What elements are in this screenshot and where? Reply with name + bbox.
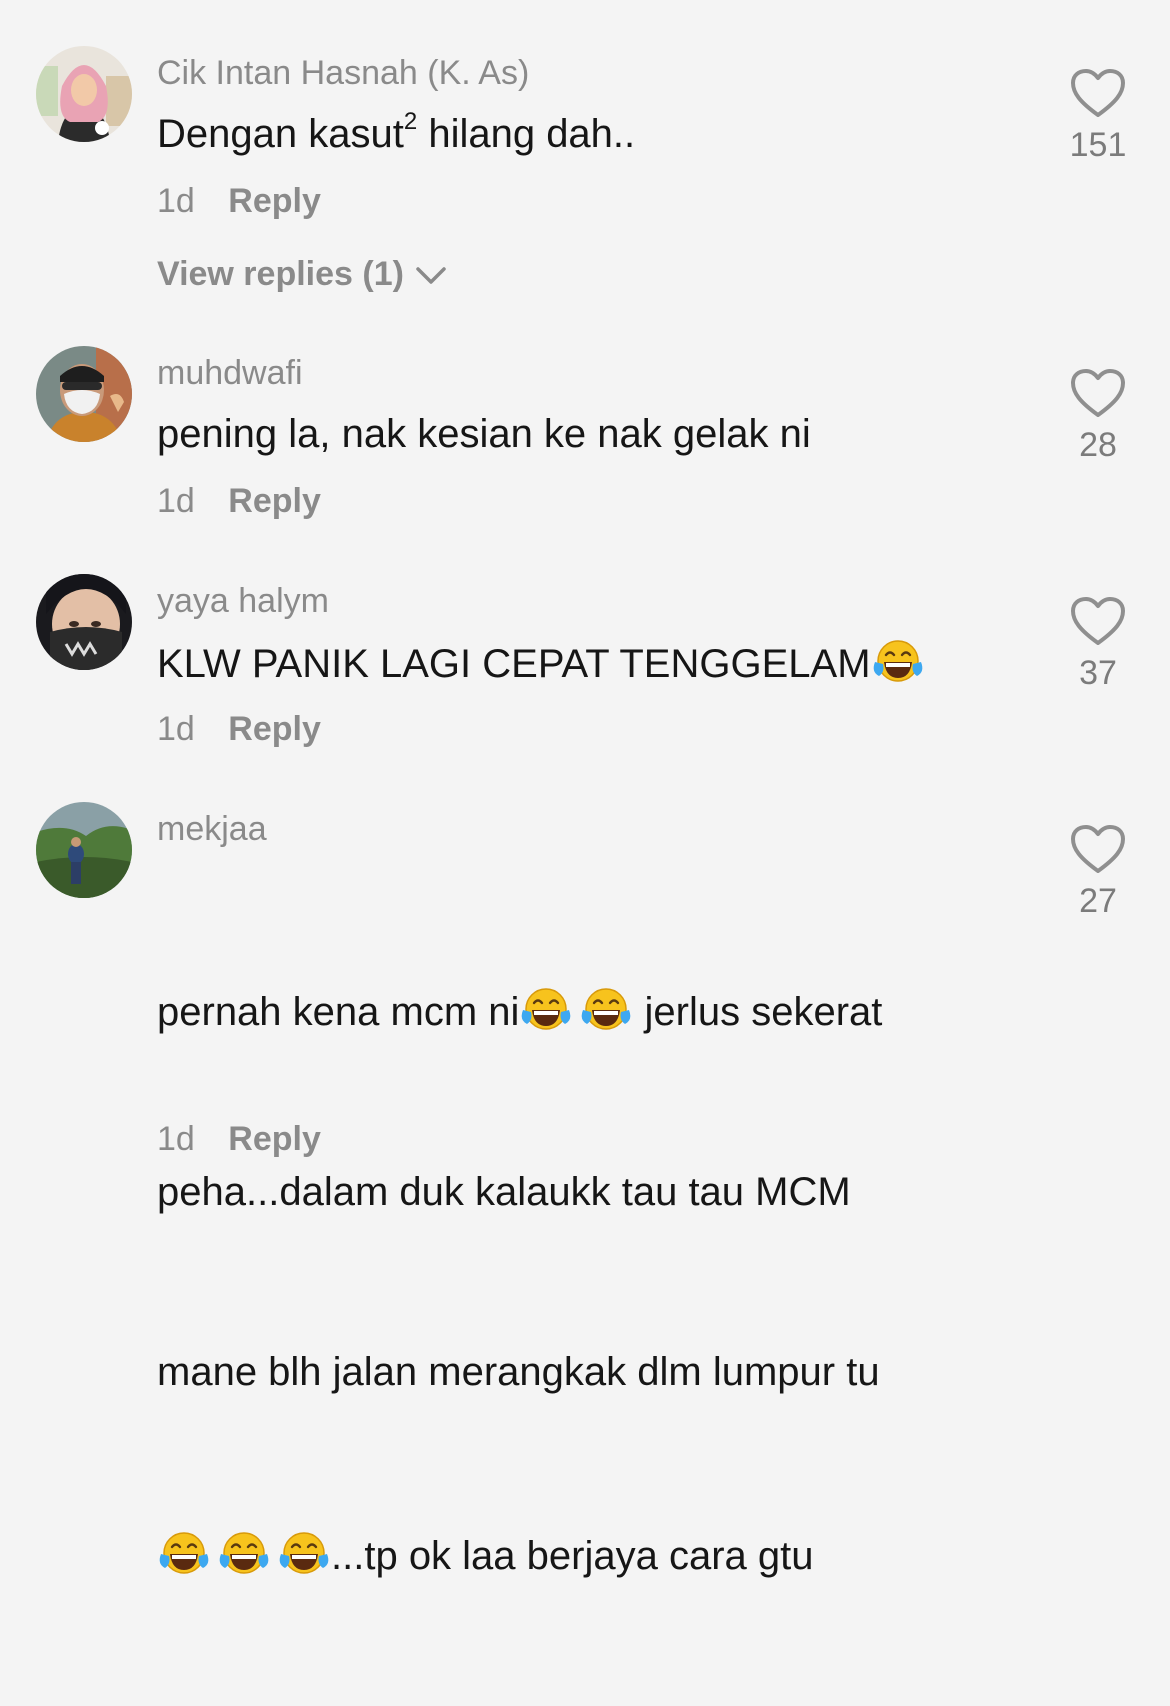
like-control: 28 xyxy=(1062,368,1134,465)
laughing-emoji-icon xyxy=(217,1530,271,1576)
comment-age: 1d xyxy=(157,1120,195,1158)
comment-text-part: Dengan kasut xyxy=(157,112,404,156)
avatar[interactable] xyxy=(36,346,132,442)
comment-text-part: hilang dah.. xyxy=(417,112,636,156)
comment-text-line: mane blh jalan merangkak dlm lumpur tu xyxy=(157,1350,880,1394)
reply-button[interactable]: Reply xyxy=(228,1120,321,1158)
like-count: 37 xyxy=(1079,654,1117,692)
avatar[interactable] xyxy=(36,46,132,142)
like-count: 27 xyxy=(1079,882,1117,920)
view-replies-button[interactable]: View replies (1) xyxy=(157,255,448,294)
comment-meta: 1d Reply xyxy=(157,1120,321,1159)
comment-username[interactable]: muhdwafi xyxy=(157,354,303,393)
comment-text-line: pernah kena mcm ni jerlus sekerat xyxy=(157,982,882,1042)
laughing-emoji-icon xyxy=(519,986,573,1032)
comment-text-part: jerlus sekerat xyxy=(633,990,883,1034)
reply-button[interactable]: Reply xyxy=(228,710,321,748)
view-replies-label: View replies (1) xyxy=(157,255,404,293)
laughing-emoji-icon xyxy=(157,1530,211,1576)
comment-text-line: ...tp ok laa berjaya cara gtu xyxy=(157,1526,882,1586)
comment-text: KLW PANIK LAGI CEPAT TENGGELAM xyxy=(157,634,925,694)
laughing-emoji-icon xyxy=(277,1530,331,1576)
like-control: 151 xyxy=(1062,68,1134,165)
heart-outline-icon[interactable] xyxy=(1070,824,1126,876)
heart-outline-icon[interactable] xyxy=(1070,68,1126,120)
avatar[interactable] xyxy=(36,802,132,898)
comment-username[interactable]: Cik Intan Hasnah (K. As) xyxy=(157,54,529,93)
comment-meta: 1d Reply xyxy=(157,182,321,221)
comment-age: 1d xyxy=(157,710,195,748)
comment-username[interactable]: yaya halym xyxy=(157,582,329,621)
comment-username[interactable]: mekjaa xyxy=(157,810,267,849)
reply-button[interactable]: Reply xyxy=(228,482,321,520)
comment-age: 1d xyxy=(157,482,195,520)
comment-text-part: ...tp ok laa berjaya cara gtu xyxy=(331,1534,814,1578)
comment-text: pernah kena mcm ni jerlus sekerat peha..… xyxy=(157,862,882,1706)
comment-text-line: peha...dalam duk kalaukk tau tau MCM xyxy=(157,1170,851,1214)
comment-text-part: KLW PANIK LAGI CEPAT TENGGELAM xyxy=(157,642,871,686)
laughing-emoji-icon xyxy=(579,986,633,1032)
like-count: 28 xyxy=(1079,426,1117,464)
heart-outline-icon[interactable] xyxy=(1070,596,1126,648)
reply-button[interactable]: Reply xyxy=(228,182,321,220)
comment-meta: 1d Reply xyxy=(157,710,321,749)
like-count: 151 xyxy=(1069,126,1127,164)
superscript: 2 xyxy=(403,108,418,135)
comment-text-part: pernah kena mcm ni xyxy=(157,990,520,1034)
comment-age: 1d xyxy=(157,182,195,220)
laughing-emoji-icon xyxy=(871,638,925,684)
like-control: 27 xyxy=(1062,824,1134,921)
chevron-down-icon xyxy=(416,266,446,284)
avatar[interactable] xyxy=(36,574,132,670)
comment-text: pening la, nak kesian ke nak gelak ni xyxy=(157,412,811,456)
like-control: 37 xyxy=(1062,596,1134,693)
comment-text: Dengan kasut2 hilang dah.. xyxy=(157,104,635,164)
heart-outline-icon[interactable] xyxy=(1070,368,1126,420)
comment-meta: 1d Reply xyxy=(157,482,321,521)
